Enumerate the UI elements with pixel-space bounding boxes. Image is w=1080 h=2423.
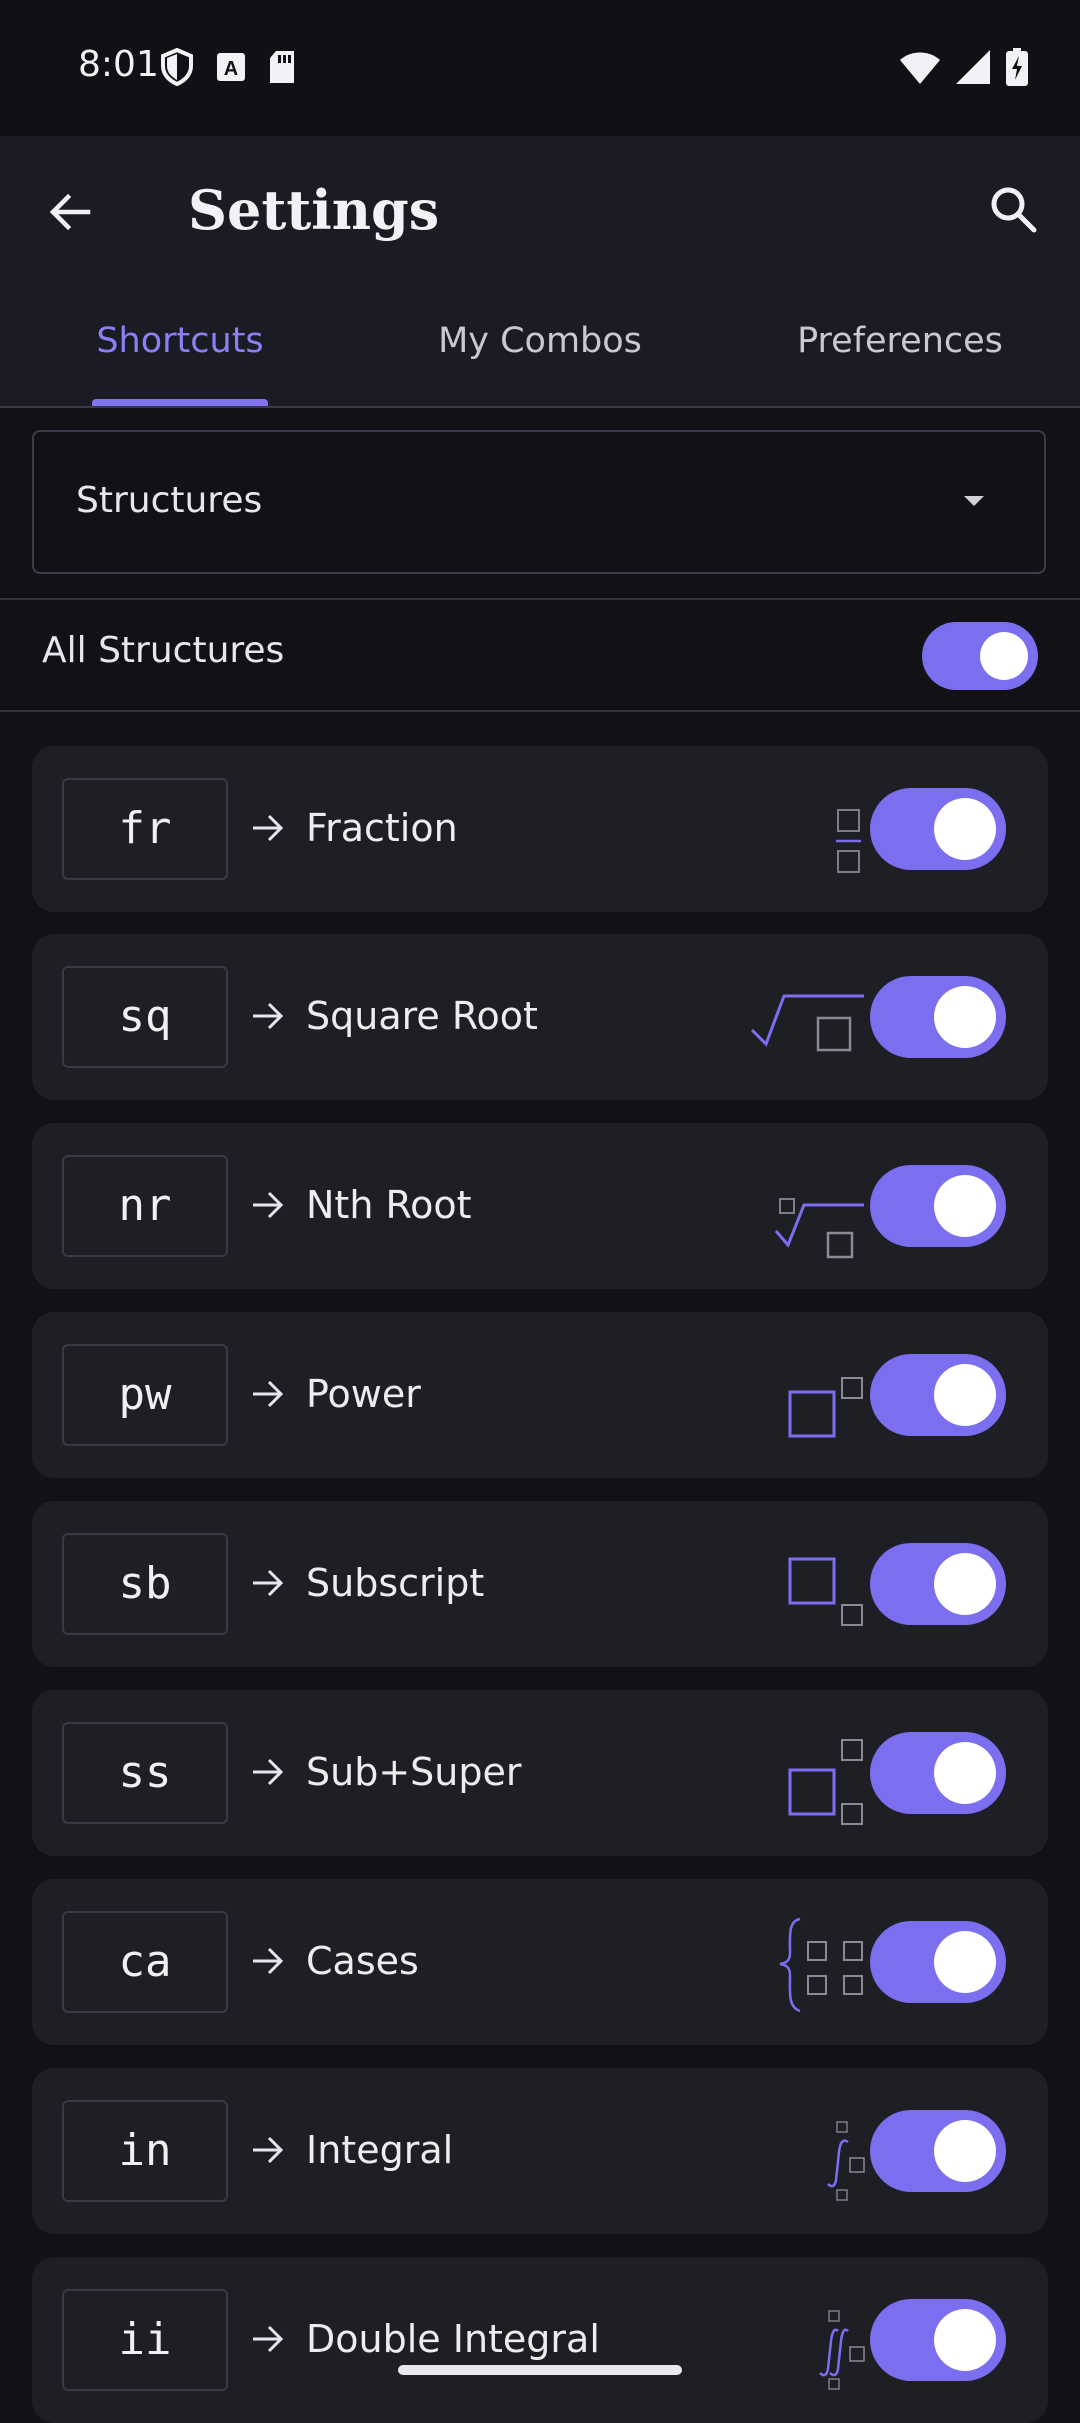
app-bar: Settings Shortcuts My Combos Preferences <box>0 136 1080 406</box>
shortcut-toggle[interactable] <box>870 1921 1006 2003</box>
status-bar: 8:01 A <box>0 0 1080 136</box>
shortcut-code: sb <box>62 1533 228 1635</box>
arrow-right-icon <box>253 2136 284 2164</box>
shortcut-card-integral: in Integral <box>32 2068 1048 2234</box>
shortcut-toggle[interactable] <box>870 1732 1006 1814</box>
divider <box>0 710 1080 712</box>
toggle-knob <box>934 1931 996 1993</box>
toggle-knob <box>934 798 996 860</box>
shortcut-toggle[interactable] <box>870 2110 1006 2192</box>
toggle-knob <box>934 1175 996 1237</box>
shortcut-label: Sub+Super <box>306 1750 522 1794</box>
search-icon[interactable] <box>984 180 1044 240</box>
shortcut-code: ss <box>62 1722 228 1824</box>
toggle-knob <box>980 632 1028 680</box>
shortcut-label: Integral <box>306 2128 454 2172</box>
toggle-knob <box>934 2309 996 2371</box>
shortcut-code: nr <box>62 1155 228 1257</box>
arrow-right-icon <box>253 1002 284 1030</box>
shortcut-label: Subscript <box>306 1561 485 1605</box>
status-left-icons: A <box>160 48 296 86</box>
toggle-knob <box>934 1364 996 1426</box>
signal-icon <box>956 50 990 84</box>
tab-preferences[interactable]: Preferences <box>720 306 1080 406</box>
shortcut-label: Power <box>306 1372 421 1416</box>
shortcut-card-sub-super: ss Sub+Super <box>32 1690 1048 1856</box>
sd-card-icon <box>270 51 294 83</box>
shortcut-card-subscript: sb Subscript <box>32 1501 1048 1667</box>
all-structures-label: All Structures <box>42 630 285 671</box>
caret-down-icon <box>964 496 984 506</box>
arrow-right-icon <box>253 1569 284 1597</box>
shortcut-card-square-root: sq Square Root <box>32 934 1048 1100</box>
shortcut-toggle[interactable] <box>870 788 1006 870</box>
active-tab-indicator <box>92 399 268 406</box>
arrow-right-icon <box>253 814 284 842</box>
shortcut-label: Fraction <box>306 806 458 850</box>
status-right-icons <box>900 48 1028 86</box>
category-dropdown[interactable]: Structures <box>32 430 1046 574</box>
arrow-right-icon <box>253 2325 284 2353</box>
shortcut-toggle[interactable] <box>870 2299 1006 2381</box>
arrow-right-icon <box>253 1947 284 1975</box>
page-title: Settings <box>188 178 440 242</box>
shortcut-code: ii <box>62 2289 228 2391</box>
shortcut-toggle[interactable] <box>870 976 1006 1058</box>
shortcut-card-nth-root: nr Nth Root <box>32 1123 1048 1289</box>
shortcut-card-double-integral: ii Double Integral <box>32 2257 1048 2423</box>
shortcut-label: Cases <box>306 1939 419 1983</box>
arrow-right-icon <box>253 1191 284 1219</box>
svg-text:A: A <box>224 58 238 80</box>
shortcut-card-fraction: fr Fraction <box>32 746 1048 912</box>
toggle-knob <box>934 986 996 1048</box>
shortcut-toggle[interactable] <box>870 1543 1006 1625</box>
shortcut-code: in <box>62 2100 228 2202</box>
divider <box>0 598 1080 600</box>
shield-icon <box>161 48 193 86</box>
arrow-right-icon <box>253 1758 284 1786</box>
shortcut-label: Double Integral <box>306 2317 600 2361</box>
shortcut-card-cases: ca Cases <box>32 1879 1048 2045</box>
battery-charging-icon <box>1006 48 1028 86</box>
shortcut-card-power: pw Power <box>32 1312 1048 1478</box>
shortcut-toggle[interactable] <box>870 1165 1006 1247</box>
tab-bar: Shortcuts My Combos Preferences <box>0 306 1080 406</box>
wifi-icon <box>900 52 940 84</box>
shortcut-code: pw <box>62 1344 228 1446</box>
app-notification-icon: A <box>217 53 245 81</box>
status-time: 8:01 <box>78 44 159 85</box>
tab-shortcuts[interactable]: Shortcuts <box>0 306 360 406</box>
back-arrow-icon[interactable] <box>42 182 102 242</box>
shortcut-code: fr <box>62 778 228 880</box>
tab-my-combos[interactable]: My Combos <box>360 306 720 406</box>
shortcut-toggle[interactable] <box>870 1354 1006 1436</box>
home-indicator[interactable] <box>398 2365 682 2375</box>
toggle-knob <box>934 1553 996 1615</box>
shortcut-label: Square Root <box>306 994 538 1038</box>
arrow-right-icon <box>253 1380 284 1408</box>
tabs-divider <box>0 406 1080 408</box>
toggle-knob <box>934 2120 996 2182</box>
shortcut-code: sq <box>62 966 228 1068</box>
dropdown-selected-value: Structures <box>76 480 263 521</box>
shortcut-label: Nth Root <box>306 1183 472 1227</box>
all-structures-toggle[interactable] <box>922 622 1038 690</box>
shortcut-code: ca <box>62 1911 228 2013</box>
toggle-knob <box>934 1742 996 1804</box>
